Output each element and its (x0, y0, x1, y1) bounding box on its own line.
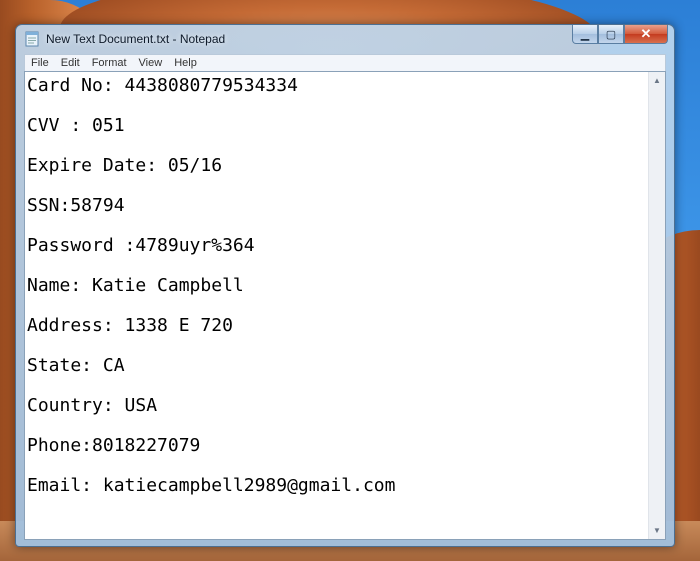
text-line: Expire Date: 05/16 (27, 155, 223, 176)
scroll-up-icon[interactable]: ▲ (649, 72, 665, 89)
window-title: New Text Document.txt - Notepad (46, 32, 226, 46)
menu-bar: File Edit Format View Help (24, 54, 666, 71)
text-line: Email: katiecampbell2989@gmail.com (27, 475, 396, 496)
text-line: Card No: 4438080779534334 (27, 75, 298, 96)
vertical-scrollbar[interactable]: ▲ ▼ (648, 72, 665, 539)
text-line: Name: Katie Campbell (27, 275, 244, 296)
notepad-window: New Text Document.txt - Notepad ▁ ▢ ✕ Fi… (15, 24, 675, 547)
menu-view[interactable]: View (133, 57, 169, 69)
document-text[interactable]: Card No: 4438080779534334 CVV : 051 Expi… (25, 72, 648, 539)
title-bar[interactable]: New Text Document.txt - Notepad ▁ ▢ ✕ (16, 25, 674, 53)
menu-help[interactable]: Help (168, 57, 203, 69)
menu-file[interactable]: File (25, 57, 55, 69)
maximize-button[interactable]: ▢ (598, 25, 624, 44)
text-line: SSN:58794 (27, 195, 125, 216)
text-line: Password :4789uyr%364 (27, 235, 255, 256)
close-button[interactable]: ✕ (624, 25, 668, 44)
menu-format[interactable]: Format (86, 57, 133, 69)
minimize-button[interactable]: ▁ (572, 25, 598, 44)
text-line: Phone:8018227079 (27, 435, 201, 456)
text-line: Country: USA (27, 395, 158, 416)
text-line: CVV : 051 (27, 115, 125, 136)
maximize-icon: ▢ (605, 28, 617, 41)
scroll-down-icon[interactable]: ▼ (649, 522, 665, 539)
close-icon: ✕ (640, 26, 652, 41)
caption-buttons: ▁ ▢ ✕ (572, 25, 668, 44)
text-editor[interactable]: Card No: 4438080779534334 CVV : 051 Expi… (24, 71, 666, 540)
notepad-icon (24, 30, 40, 48)
menu-edit[interactable]: Edit (55, 57, 86, 69)
text-line: State: CA (27, 355, 125, 376)
minimize-icon: ▁ (580, 28, 590, 41)
text-line: Address: 1338 E 720 (27, 315, 233, 336)
